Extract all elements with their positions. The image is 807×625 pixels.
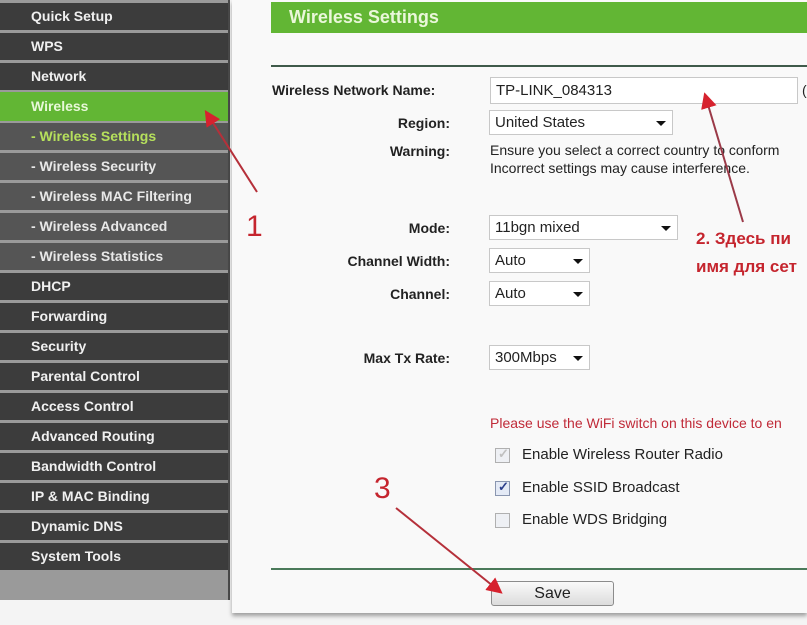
mode-value: 11bgn mixed xyxy=(495,219,580,236)
network-name-input[interactable] xyxy=(490,77,798,104)
region-value: United States xyxy=(495,114,586,131)
chevron-down-icon xyxy=(573,259,583,264)
chevron-down-icon xyxy=(661,226,671,231)
sidebar-item-parental-control[interactable]: Parental Control xyxy=(0,363,228,390)
sidebar-item-wireless-statistics[interactable]: - Wireless Statistics xyxy=(0,243,228,270)
sidebar-item-wireless-security[interactable]: - Wireless Security xyxy=(0,153,228,180)
max-tx-rate-label: Max Tx Rate: xyxy=(363,350,450,366)
sidebar-item-access-control[interactable]: Access Control xyxy=(0,393,228,420)
warning-text-line2: Incorrect settings may cause interferenc… xyxy=(490,160,750,176)
sidebar-item-system-tools[interactable]: System Tools xyxy=(0,543,228,570)
annotation-step-2-line2: имя для сет xyxy=(696,257,797,276)
enable-wds-label: Enable WDS Bridging xyxy=(522,511,668,528)
save-button[interactable]: Save xyxy=(491,581,614,606)
enable-radio-label: Enable Wireless Router Radio xyxy=(522,446,723,463)
channel-label: Channel: xyxy=(390,286,450,302)
sidebar-item-wps[interactable]: WPS xyxy=(0,33,228,60)
divider-bottom xyxy=(271,568,807,570)
warning-label: Warning: xyxy=(389,143,450,159)
channel-width-value: Auto xyxy=(495,252,526,269)
sidebar-item-wireless-advanced[interactable]: - Wireless Advanced xyxy=(0,213,228,240)
mode-label: Mode: xyxy=(408,220,450,236)
sidebar-nav: Quick Setup WPS Network Wireless - Wirel… xyxy=(0,0,230,600)
enable-ssid-broadcast-checkbox[interactable]: ✓ xyxy=(495,479,510,496)
page-title: Wireless Settings xyxy=(271,2,807,33)
channel-width-select[interactable]: Auto xyxy=(489,248,590,273)
channel-select[interactable]: Auto xyxy=(489,281,590,306)
sidebar-item-dhcp[interactable]: DHCP xyxy=(0,273,228,300)
sidebar-item-wireless[interactable]: Wireless xyxy=(0,92,228,121)
enable-radio-checkbox[interactable]: ✓ xyxy=(495,446,510,463)
enable-wds-checkbox[interactable] xyxy=(495,513,510,528)
annotation-step-2-line1: 2. Здесь пи xyxy=(696,229,791,248)
warning-text-line1: Ensure you select a correct country to c… xyxy=(490,142,780,158)
sidebar-item-bandwidth-control[interactable]: Bandwidth Control xyxy=(0,453,228,480)
region-label: Region: xyxy=(397,115,450,131)
enable-ssid-broadcast-label: Enable SSID Broadcast xyxy=(522,479,680,496)
sidebar-item-forwarding[interactable]: Forwarding xyxy=(0,303,228,330)
region-select[interactable]: United States xyxy=(489,110,673,135)
max-tx-rate-value: 300Mbps xyxy=(495,349,557,366)
sidebar-item-quick-setup[interactable]: Quick Setup xyxy=(0,3,228,30)
sidebar-item-advanced-routing[interactable]: Advanced Routing xyxy=(0,423,228,450)
sidebar-item-wireless-settings[interactable]: - Wireless Settings xyxy=(0,123,228,150)
chevron-down-icon xyxy=(656,121,666,126)
annotation-step-3: 3 xyxy=(374,472,391,505)
max-tx-rate-select[interactable]: 300Mbps xyxy=(489,345,590,370)
channel-width-label: Channel Width: xyxy=(347,253,450,269)
sidebar-item-wireless-mac-filtering[interactable]: - Wireless MAC Filtering xyxy=(0,183,228,210)
chevron-down-icon xyxy=(573,356,583,361)
wifi-switch-notice: Please use the WiFi switch on this devic… xyxy=(490,415,782,431)
mode-select[interactable]: 11bgn mixed xyxy=(489,215,678,240)
divider-top xyxy=(271,65,807,67)
annotation-step-1: 1 xyxy=(246,210,263,243)
checkmark-icon: ✓ xyxy=(498,446,509,461)
checkmark-icon: ✓ xyxy=(498,479,509,494)
channel-value: Auto xyxy=(495,285,526,302)
chevron-down-icon xyxy=(573,292,583,297)
sidebar-item-dynamic-dns[interactable]: Dynamic DNS xyxy=(0,513,228,540)
network-name-suffix: ( xyxy=(802,82,807,98)
sidebar-item-network[interactable]: Network xyxy=(0,63,228,90)
sidebar-item-security[interactable]: Security xyxy=(0,333,228,360)
network-name-label: Wireless Network Name: xyxy=(272,82,436,98)
sidebar-item-ip-mac-binding[interactable]: IP & MAC Binding xyxy=(0,483,228,510)
